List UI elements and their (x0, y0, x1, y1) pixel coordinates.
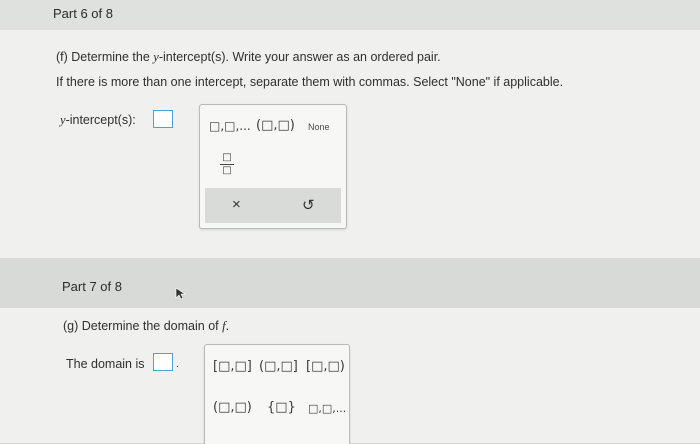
part7-question: (g) Determine the domain of f. (63, 319, 229, 334)
list-button[interactable]: □,□,... (209, 119, 251, 133)
y-intercept-answer-box[interactable] (153, 110, 173, 128)
closed-interval-button[interactable]: [□,□] (213, 359, 252, 374)
part7-header: Part 7 of 8 (62, 279, 122, 294)
set-braces-button[interactable]: {□} (267, 400, 296, 415)
part7-question-pre: (g) Determine the domain of (63, 319, 223, 333)
ordered-pair-button[interactable]: (□,□) (256, 118, 295, 133)
fraction-numerator: □ (222, 152, 232, 163)
list-button-part7[interactable]: □,□,... (308, 402, 346, 415)
mouse-cursor-icon (175, 287, 186, 299)
part6-header: Part 6 of 8 (53, 6, 113, 21)
part6-question-post: -intercept(s). Write your answer as an o… (158, 50, 441, 64)
left-open-interval-button[interactable]: (□,□] (259, 359, 298, 374)
part7-math-palette: [□,□] (□,□] [□,□) (□,□) {□} □,□,... (204, 344, 350, 444)
part6-math-palette: □,□,... (□,□) None □ □ × ↺ (199, 104, 347, 229)
fraction-button[interactable]: □ □ (220, 153, 234, 176)
y-intercept-label: y-intercept(s): (60, 113, 136, 128)
open-interval-button[interactable]: (□,□) (213, 400, 252, 415)
domain-period: . (176, 359, 179, 370)
clear-icon[interactable]: × (232, 196, 241, 213)
right-open-interval-button[interactable]: [□,□) (306, 359, 345, 374)
palette-footer: × ↺ (205, 188, 341, 223)
domain-label: The domain is (66, 357, 145, 371)
part6-instruction: If there is more than one intercept, sep… (56, 75, 564, 89)
part7-question-post: . (225, 319, 230, 333)
part6-question-pre: (f) Determine the (56, 50, 154, 64)
none-button[interactable]: None (308, 122, 330, 132)
part6-question: (f) Determine the y-intercept(s). Write … (56, 50, 441, 65)
fraction-denominator: □ (222, 165, 232, 176)
domain-answer-box[interactable] (153, 353, 173, 371)
undo-icon[interactable]: ↺ (302, 196, 315, 214)
y-intercept-label-text: -intercept(s): (65, 113, 136, 127)
